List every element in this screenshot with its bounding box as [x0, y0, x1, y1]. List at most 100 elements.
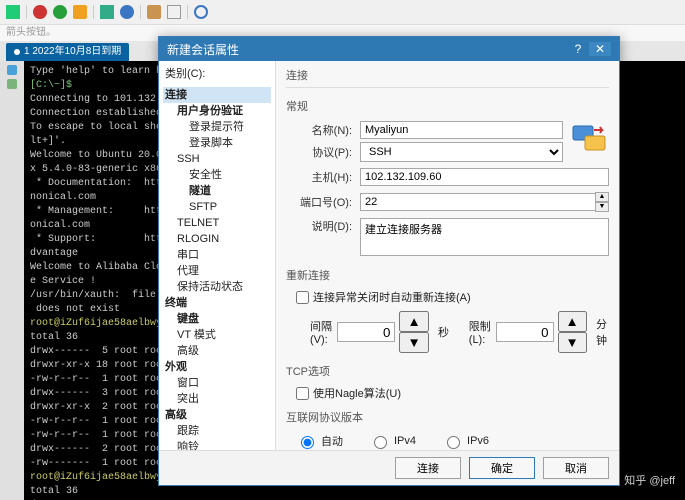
name-input[interactable] — [360, 121, 563, 139]
category-column: 类别(C): 连接用户身份验证登录提示符登录脚本SSH安全性隧道SFTPTELN… — [159, 61, 276, 450]
tree-node[interactable]: 键盘 — [163, 311, 271, 327]
tree-node[interactable]: 外观 — [163, 359, 271, 375]
auto-reconnect-checkbox[interactable] — [296, 291, 309, 304]
ip-auto-option[interactable]: 自动 — [296, 433, 343, 449]
ipv4-label: IPv4 — [394, 435, 416, 447]
tree-node[interactable]: 代理 — [163, 263, 271, 279]
tree-node[interactable]: 高级 — [163, 343, 271, 359]
group-tcp: TCP选项 — [286, 363, 609, 379]
dialog-title: 新建会话属性 — [167, 41, 239, 58]
spin-down-icon[interactable]: ▼ — [558, 332, 587, 353]
limit-spinner[interactable]: ▲▼ — [558, 311, 593, 353]
bookmark-icon[interactable] — [73, 5, 87, 19]
protocol-label: 协议(P): — [286, 144, 360, 160]
panel-title: 连接 — [286, 67, 609, 87]
tree-node[interactable]: 安全性 — [163, 167, 271, 183]
ipv4-radio[interactable] — [374, 436, 387, 449]
interval-spinner[interactable]: ▲▼ — [399, 311, 434, 353]
separator — [26, 5, 27, 19]
session-tab[interactable]: 1 2022年10月8日到期 — [6, 43, 129, 61]
minutes-label: 分钟 — [596, 316, 609, 348]
folder-icon[interactable] — [147, 5, 161, 19]
tree-node[interactable]: 隧道 — [163, 183, 271, 199]
seconds-label: 秒 — [438, 324, 449, 340]
globe-icon[interactable] — [120, 5, 134, 19]
dot-icon[interactable] — [53, 5, 67, 19]
desc-label: 说明(D): — [286, 218, 360, 234]
ip-auto-label: 自动 — [321, 433, 343, 449]
ok-button[interactable]: 确定 — [469, 457, 535, 479]
list-icon[interactable] — [167, 5, 181, 19]
spin-down-icon[interactable]: ▼ — [595, 202, 609, 212]
help-icon[interactable]: ? — [567, 42, 589, 56]
tree-node[interactable]: 登录提示符 — [163, 119, 271, 135]
tree-node[interactable]: 用户身份验证 — [163, 103, 271, 119]
limit-label: 限制(L): — [469, 318, 492, 346]
cancel-button[interactable]: 取消 — [543, 457, 609, 479]
description-input[interactable] — [360, 218, 609, 256]
tree-node[interactable]: TELNET — [163, 215, 271, 231]
interval-input[interactable] — [337, 322, 395, 342]
tree-node[interactable]: 窗口 — [163, 375, 271, 391]
tree-node[interactable]: 跟踪 — [163, 423, 271, 439]
ipv4-option[interactable]: IPv4 — [369, 433, 416, 449]
tree-node[interactable]: 串口 — [163, 247, 271, 263]
ipv6-radio[interactable] — [447, 436, 460, 449]
record-icon[interactable] — [33, 5, 47, 19]
tree-node[interactable]: 响铃 — [163, 439, 271, 450]
new-session-dialog: 新建会话属性 ? ✕ 类别(C): 连接用户身份验证登录提示符登录脚本SSH安全… — [158, 36, 620, 486]
category-label: 类别(C): — [159, 61, 275, 85]
host-label: 主机(H): — [286, 169, 360, 185]
tree-node[interactable]: 保持活动状态 — [163, 279, 271, 295]
dialog-titlebar: 新建会话属性 ? ✕ — [159, 37, 619, 61]
app-toolbar — [0, 0, 685, 25]
spin-down-icon[interactable]: ▼ — [399, 332, 428, 353]
spin-up-icon[interactable]: ▲ — [558, 311, 587, 332]
group-general: 常规 — [286, 98, 609, 114]
auto-reconnect-label: 连接异常关闭时自动重新连接(A) — [313, 289, 471, 305]
name-label: 名称(N): — [286, 122, 360, 138]
gutter-session-icon[interactable] — [7, 79, 17, 89]
nagle-checkbox[interactable] — [296, 387, 309, 400]
tree-node[interactable]: 高级 — [163, 407, 271, 423]
protocol-select[interactable]: SSH — [360, 142, 563, 162]
help-icon[interactable] — [194, 5, 208, 19]
tab-indicator-icon — [14, 49, 20, 55]
port-label: 端口号(O): — [286, 194, 360, 210]
tab-label: 1 2022年10月8日到期 — [24, 43, 121, 61]
host-input[interactable] — [360, 168, 609, 186]
gutter-arrow-icon[interactable] — [7, 65, 17, 75]
tree-node[interactable]: 终端 — [163, 295, 271, 311]
tree-node[interactable]: SSH — [163, 151, 271, 167]
port-spinner[interactable]: ▲▼ — [595, 192, 609, 212]
dialog-button-row: 连接 确定 取消 — [159, 450, 619, 485]
spin-up-icon[interactable]: ▲ — [399, 311, 428, 332]
tree-node[interactable]: RLOGIN — [163, 231, 271, 247]
session-icon[interactable] — [100, 5, 114, 19]
tree-node[interactable]: 连接 — [163, 87, 271, 103]
limit-input[interactable] — [496, 322, 554, 342]
tree-node[interactable]: SFTP — [163, 199, 271, 215]
ipv6-label: IPv6 — [467, 435, 489, 447]
connect-button[interactable]: 连接 — [395, 457, 461, 479]
port-input[interactable] — [360, 193, 596, 211]
side-gutter — [0, 61, 24, 500]
nagle-label: 使用Nagle算法(U) — [313, 385, 401, 401]
divider — [286, 87, 609, 88]
settings-panel: 连接 常规 名称(N): 协议(P): SSH — [276, 61, 619, 450]
separator — [93, 5, 94, 19]
tree-node[interactable]: 突出 — [163, 391, 271, 407]
separator — [140, 5, 141, 19]
tree-node[interactable]: VT 模式 — [163, 327, 271, 343]
ip-auto-radio[interactable] — [301, 436, 314, 449]
group-ipver: 互联网协议版本 — [286, 409, 609, 425]
close-icon[interactable]: ✕ — [589, 42, 611, 56]
circle-icon[interactable] — [6, 5, 20, 19]
category-tree[interactable]: 连接用户身份验证登录提示符登录脚本SSH安全性隧道SFTPTELNETRLOGI… — [159, 85, 275, 450]
ipv6-option[interactable]: IPv6 — [442, 433, 489, 449]
spin-up-icon[interactable]: ▲ — [595, 192, 609, 202]
interval-label: 间隔(V): — [310, 318, 333, 346]
tree-node[interactable]: 登录脚本 — [163, 135, 271, 151]
group-reconnect: 重新连接 — [286, 267, 609, 283]
separator — [187, 5, 188, 19]
